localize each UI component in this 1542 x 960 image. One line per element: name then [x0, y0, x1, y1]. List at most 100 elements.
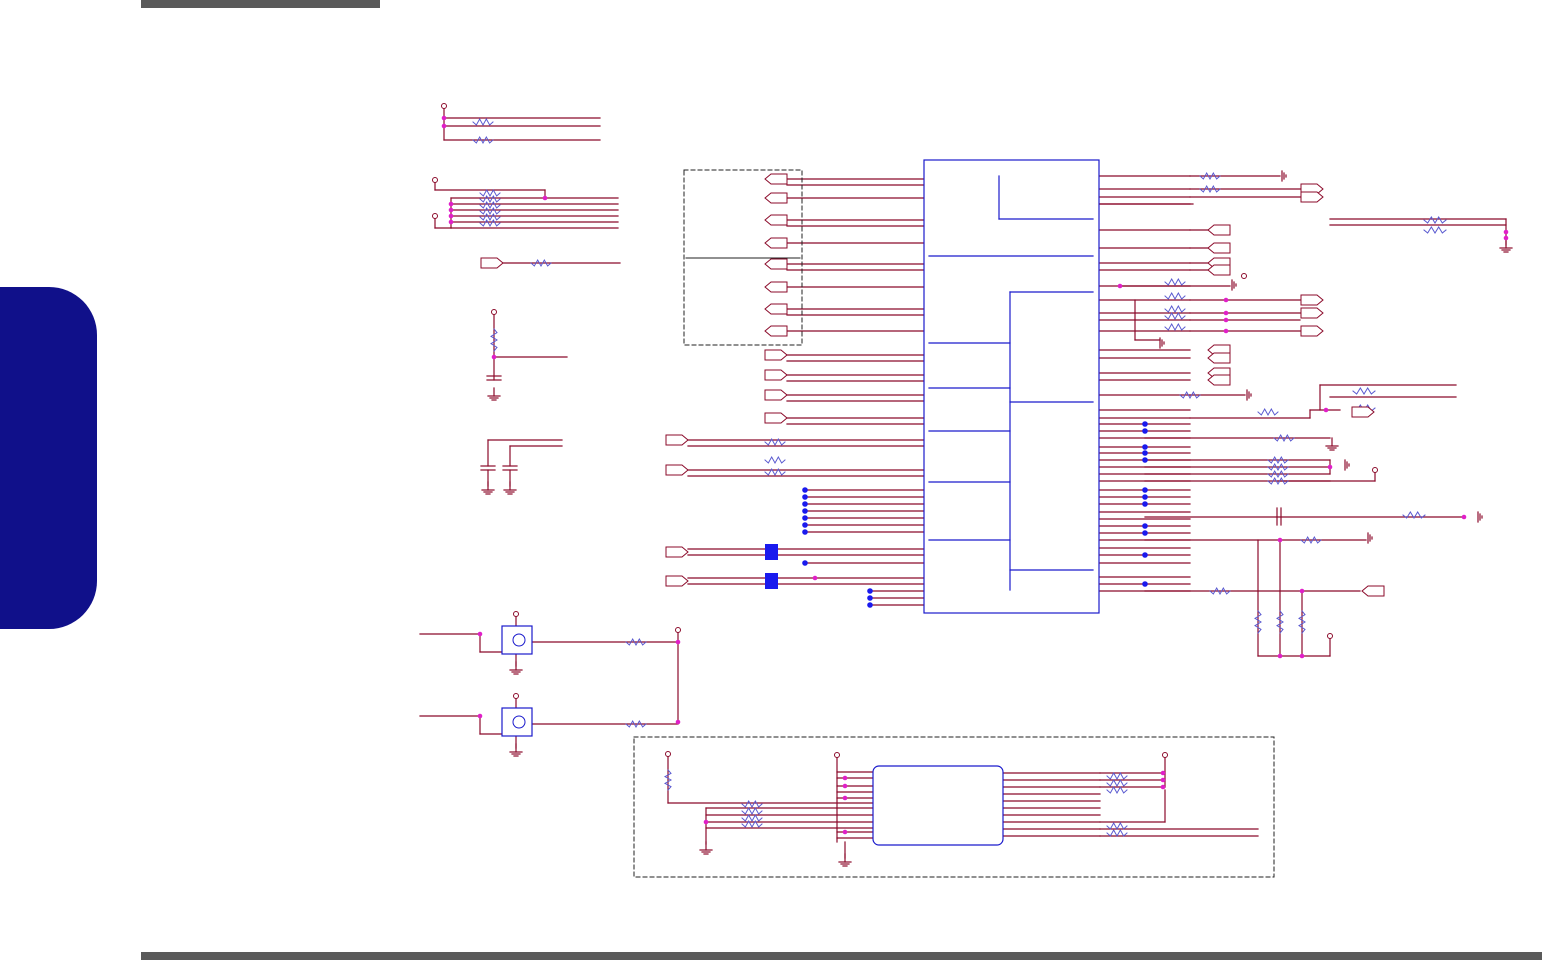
- port-tag: [1300, 294, 1324, 306]
- junction-dot: [1277, 537, 1283, 543]
- resistor: [1106, 771, 1128, 781]
- net-node: [867, 602, 873, 608]
- port-tag: [764, 369, 788, 381]
- junction-dot: [1160, 770, 1166, 776]
- junction-dot: [842, 795, 848, 801]
- junction-dot: [1223, 297, 1229, 303]
- junction-dot: [1223, 317, 1229, 323]
- junction-dot: [1327, 464, 1333, 470]
- junction-dot: [1503, 229, 1509, 235]
- port-tag: [764, 389, 788, 401]
- net-node: [867, 595, 873, 601]
- junction-dot: [842, 783, 848, 789]
- resistor: [1164, 311, 1186, 321]
- port-tag: [665, 546, 689, 558]
- power-terminal: [432, 213, 438, 219]
- junction-dot: [441, 115, 447, 121]
- port-tag: [1207, 374, 1231, 386]
- net-node: [1142, 581, 1148, 587]
- resistor: [1423, 216, 1447, 224]
- net-node: [1142, 523, 1148, 529]
- junction-dot: [1503, 235, 1509, 241]
- port-tag: [764, 303, 788, 315]
- port-tag: [1300, 325, 1324, 337]
- net-node: [1142, 552, 1148, 558]
- power-terminal: [834, 752, 840, 758]
- port-tag: [764, 173, 788, 185]
- junction-dot: [842, 775, 848, 781]
- resistor: [1164, 322, 1186, 332]
- junction-dot: [812, 575, 818, 581]
- junction-dot: [1160, 777, 1166, 783]
- power-terminal: [1241, 273, 1247, 279]
- resistor: [1164, 291, 1186, 301]
- net-node: [1142, 530, 1148, 536]
- port-tag: [764, 412, 788, 424]
- net-node: [802, 515, 808, 521]
- power-terminal: [513, 611, 519, 617]
- port-tag: [1300, 191, 1324, 203]
- port-tag: [665, 575, 689, 587]
- junction-dot: [675, 719, 681, 725]
- port-tag: [1207, 264, 1231, 276]
- port-tag: [665, 434, 689, 446]
- net-node: [1142, 494, 1148, 500]
- port-tag: [764, 325, 788, 337]
- junction-dot: [1299, 588, 1305, 594]
- resistor: [1106, 778, 1128, 788]
- net-node: [1142, 444, 1148, 450]
- jumper-block: [765, 573, 778, 589]
- junction-dot: [1117, 283, 1123, 289]
- junction-dot: [491, 354, 497, 360]
- port-tag: [764, 192, 788, 204]
- power-terminal: [513, 693, 519, 699]
- port-tag: [764, 258, 788, 270]
- junction-dot: [1461, 514, 1467, 520]
- schematic-diagram: [419, 103, 1513, 878]
- net-node: [1142, 421, 1148, 427]
- net-node: [802, 494, 808, 500]
- junction-dot: [1223, 310, 1229, 316]
- port-tag: [1361, 585, 1385, 597]
- net-node: [1142, 457, 1148, 463]
- junction-dot: [1323, 407, 1329, 413]
- junction-dot: [1223, 328, 1229, 334]
- transistor-symbol: [512, 633, 526, 647]
- transistor-symbol: [512, 715, 526, 729]
- junction-dot: [477, 631, 483, 637]
- main-ic: [923, 159, 1100, 614]
- junction-dot: [1299, 653, 1305, 659]
- junction-dot: [1277, 653, 1283, 659]
- power-terminal: [665, 751, 671, 757]
- resistor: [1402, 511, 1426, 519]
- junction-dot: [842, 829, 848, 835]
- net-node: [802, 522, 808, 528]
- junction-dot: [448, 201, 454, 207]
- resistor: [741, 813, 763, 823]
- resistor: [1352, 387, 1376, 395]
- junction-dot: [542, 195, 548, 201]
- power-terminal: [675, 627, 681, 633]
- resistor: [472, 117, 494, 127]
- resistor: [1257, 407, 1279, 417]
- power-terminal: [1327, 633, 1333, 639]
- port-tag: [764, 214, 788, 226]
- port-tag: [764, 237, 788, 249]
- resistor: [1106, 785, 1128, 795]
- power-terminal: [1372, 467, 1378, 473]
- jumper-block: [765, 544, 778, 560]
- resistor: [741, 806, 763, 816]
- junction-dot: [675, 639, 681, 645]
- power-terminal: [432, 177, 438, 183]
- resistor: [741, 799, 763, 809]
- junction-dot: [448, 207, 454, 213]
- port-tag: [480, 257, 504, 269]
- port-tag: [1207, 242, 1231, 254]
- net-node: [802, 501, 808, 507]
- port-tag: [1207, 352, 1231, 364]
- port-tag: [665, 464, 689, 476]
- net-node: [802, 529, 808, 535]
- net-node: [1142, 501, 1148, 507]
- junction-dot: [441, 123, 447, 129]
- net-node: [1142, 487, 1148, 493]
